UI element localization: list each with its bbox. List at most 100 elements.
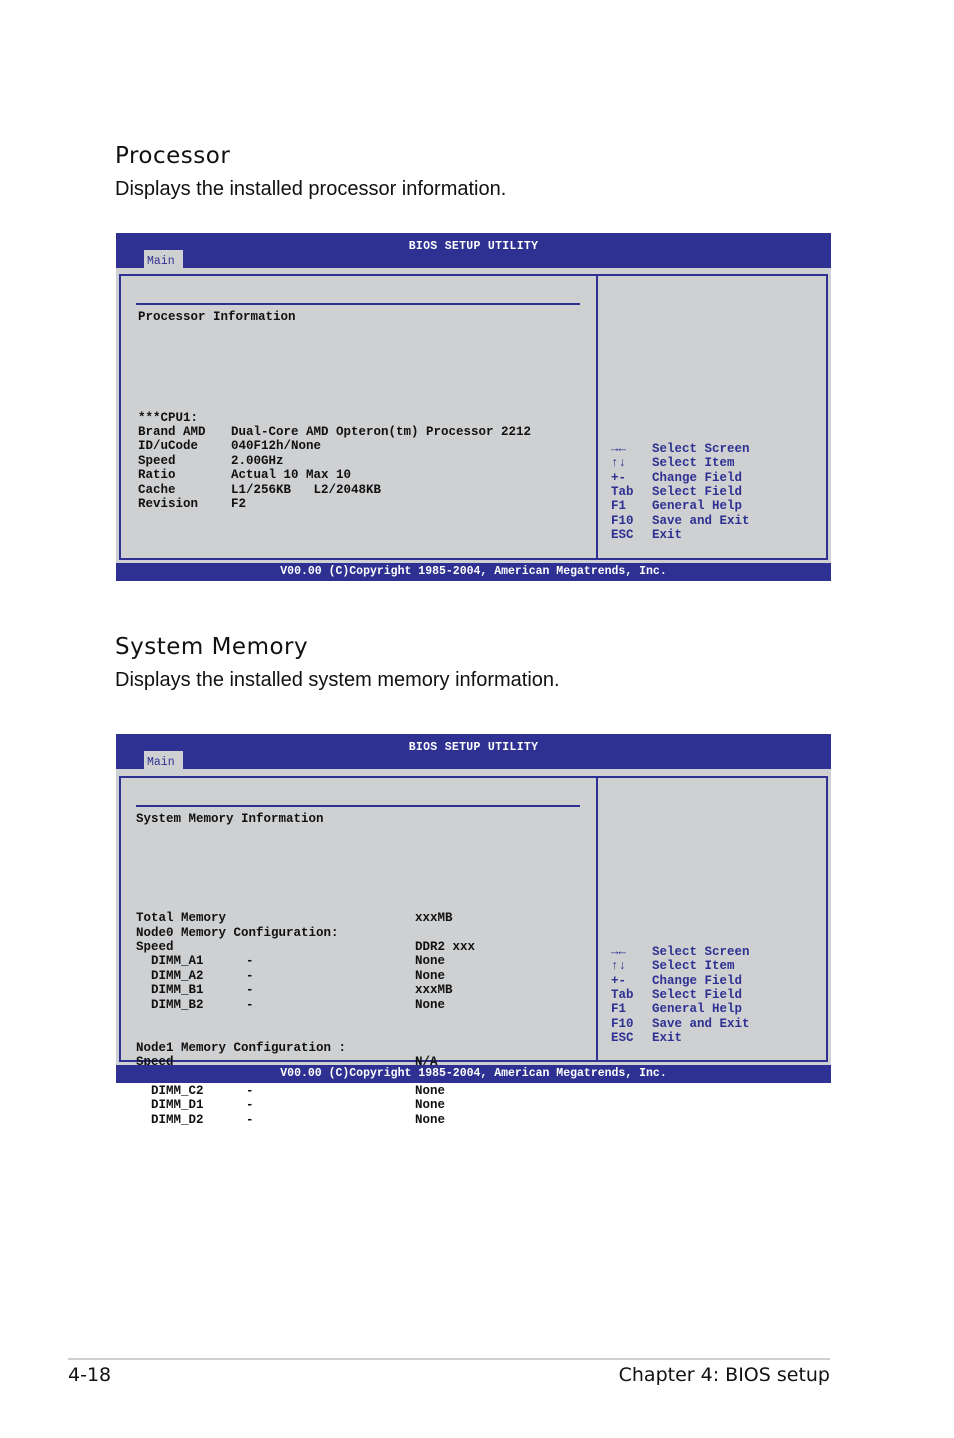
info-row: Ratio Actual 10 Max 10 [138,468,588,482]
help-row: +- Change Field [611,974,750,988]
info-row: DIMM_A2 - None [136,969,586,983]
info-label: Node1 Memory Configuration : [136,1040,347,1055]
section-description-processor: Displays the installed processor informa… [115,178,507,200]
info-row: ***CPU1: [138,411,588,425]
help-panel: →← Select Screen ↑↓ Select Item +- Change Fie… [611,413,750,571]
help-action: Save and Exit [652,513,750,528]
info-label: Ratio [138,468,176,483]
info-dash: - [246,983,254,998]
bios-copyright-bar: V00.00 (C)Copyright 1985-2004, American … [116,563,831,581]
tab-main[interactable]: Main [144,250,183,268]
info-row: DIMM_B1 - xxxMB [136,983,586,997]
section-title-processor: Processor [115,143,231,169]
info-row: Speed 2.00GHz [138,454,588,468]
help-row: →← Select Screen [611,442,750,456]
panel-divider [596,276,598,558]
info-row: DIMM_A1 - None [136,954,586,968]
panel-divider [596,778,598,1060]
info-label: Node0 Memory Configuration: [136,925,339,940]
help-key: F10 [611,1016,634,1031]
info-dash: - [246,954,254,969]
help-action: Exit [652,528,683,543]
info-label: DIMM_D1 [136,1098,204,1113]
info-dash: - [246,968,254,983]
help-action: Exit [652,1031,683,1046]
help-key: F1 [611,1002,627,1017]
info-label: Revision [138,496,199,511]
help-action: Select Item [652,959,735,974]
help-key: +- [611,973,627,988]
bios-screen-processor: BIOS SETUP UTILITY Main Processor Inform… [116,233,831,581]
chapter-title: Chapter 4: BIOS setup [618,1364,830,1386]
help-row: Tab Select Field [611,988,750,1002]
help-key: Tab [611,484,634,499]
help-key: ESC [611,1031,634,1046]
info-row: DIMM_D1 - None [136,1098,586,1112]
info-panel: Processor Information ***CPU1: Brand AMD D… [136,281,588,540]
help-action: General Help [652,499,743,514]
info-label: Total Memory [136,911,227,926]
info-value: None [415,1083,446,1098]
footer-rule [68,1358,830,1360]
info-label: DIMM_D2 [136,1112,204,1127]
info-value: None [415,1112,446,1127]
info-row: Node1 Memory Configuration : [136,1041,586,1055]
info-row [136,1026,586,1040]
help-key: +- [611,470,627,485]
info-row: Brand AMD Dual-Core AMD Opteron(tm) Proce… [138,425,588,439]
info-row: Revision F2 [138,497,588,511]
info-row: ID/uCode 040F12h/None [138,439,588,453]
help-row: F1 General Help [611,499,750,513]
info-row: DIMM_C2 - None [136,1084,586,1098]
info-row: Total Memory xxxMB [136,911,586,925]
info-value: None [415,1098,446,1113]
info-row: Cache L1/256KB L2/2048KB [138,483,588,497]
info-value: F2 [231,496,247,511]
help-action: Save and Exit [652,1016,750,1031]
help-action: Select Screen [652,441,750,456]
info-dash: - [246,997,254,1012]
info-label: DIMM_A2 [136,968,204,983]
help-action: Select Field [652,987,743,1002]
info-value: Dual-Core AMD Opteron(tm) Processor 2212 [231,425,532,440]
info-value: None [415,954,446,969]
section-title-system-memory: System Memory [115,634,309,660]
info-row: Speed DDR2 xxx [136,940,586,954]
heading-rule [136,805,580,807]
help-key: Tab [611,987,634,1002]
bios-content-frame: Processor Information ***CPU1: Brand AMD D… [119,274,828,560]
info-label: Cache [138,482,176,497]
info-row [136,1012,586,1026]
info-dash: - [246,1083,254,1098]
tab-main[interactable]: Main [144,751,183,769]
bios-copyright-bar: V00.00 (C)Copyright 1985-2004, American … [116,1065,831,1083]
help-row: F10 Save and Exit [611,514,750,528]
info-value: Actual 10 Max 10 [231,468,352,483]
info-value: None [415,997,446,1012]
help-row: +- Change Field [611,471,750,485]
bios-title: BIOS SETUP UTILITY [408,741,539,754]
info-value: L1/256KB L2/2048KB [231,482,382,497]
help-row: ESC Exit [611,1031,750,1045]
info-value: xxxMB [415,911,453,926]
help-row: Tab Select Field [611,485,750,499]
info-row: Node0 Memory Configuration: [136,926,586,940]
info-dash: - [246,1112,254,1127]
info-label: DIMM_B1 [136,983,204,998]
arrows-left-right-icon: →← [611,944,627,959]
help-key: ESC [611,528,634,543]
help-action: Change Field [652,470,743,485]
section-description-system-memory: Displays the installed system memory inf… [115,669,560,691]
help-row: ↑↓ Select Item [611,959,750,973]
info-value: DDR2 xxx [415,940,476,955]
info-label: DIMM_C2 [136,1083,204,1098]
help-row: F1 General Help [611,1002,750,1016]
help-action: Change Field [652,973,743,988]
arrows-up-down-icon: ↑↓ [611,456,627,471]
help-row: ↑↓ Select Item [611,456,750,470]
help-action: General Help [652,1002,743,1017]
help-action: Select Field [652,484,743,499]
panel-heading: System Memory Information [136,811,324,826]
info-value: 2.00GHz [231,453,284,468]
help-row: →← Select Screen [611,945,750,959]
